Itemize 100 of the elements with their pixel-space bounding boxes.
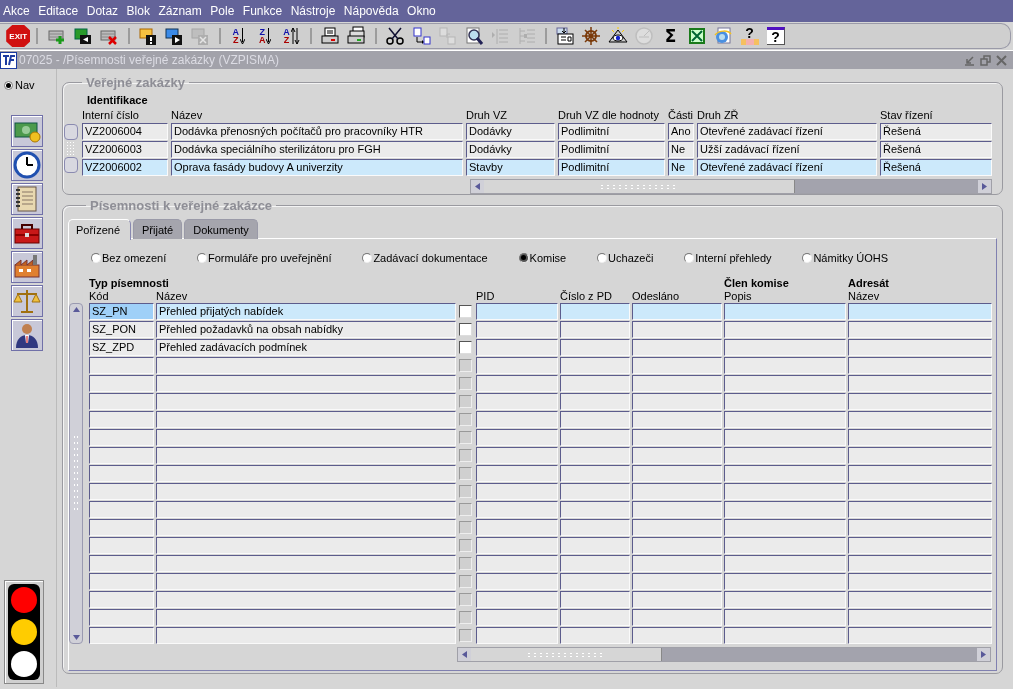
column-header: Druh VZ dle hodnoty bbox=[558, 109, 660, 122]
menu-item[interactable]: Akce bbox=[3, 4, 30, 18]
close-icon bbox=[996, 54, 1007, 66]
tree-list-icon bbox=[516, 26, 537, 46]
radio-button[interactable]: Námitky ÚOHS bbox=[802, 251, 888, 264]
table-cell: Přehled zadávacích podmínek bbox=[156, 339, 456, 356]
table-cell bbox=[560, 609, 630, 626]
printers-icon bbox=[346, 26, 367, 46]
checkbox[interactable] bbox=[459, 305, 472, 318]
table-cell: Dodávka speciálního sterilizátoru pro FGH bbox=[171, 141, 463, 158]
radio-button[interactable]: Komise bbox=[518, 251, 567, 264]
column-header: Stav řízení bbox=[880, 109, 934, 122]
menu-item[interactable]: Nástroje bbox=[290, 4, 336, 18]
table-cell: SZ_PON bbox=[89, 321, 154, 338]
scales-button[interactable] bbox=[11, 285, 43, 317]
menu-item[interactable]: Editace bbox=[38, 4, 79, 18]
table-cell: Otevřené zadávací řízení bbox=[697, 123, 877, 140]
ship-wheel-icon bbox=[581, 26, 602, 46]
menu-item[interactable]: Záznam bbox=[158, 4, 202, 18]
table-cell bbox=[560, 591, 630, 608]
printer-icon bbox=[319, 26, 340, 46]
paste-icon bbox=[437, 26, 458, 46]
person-icon bbox=[13, 321, 41, 349]
table-cell: Přehled požadavků na obsah nabídky bbox=[156, 321, 456, 338]
scroll-left-icon bbox=[475, 183, 480, 190]
radio-button[interactable]: Bez omezení bbox=[91, 251, 167, 264]
toolbox-button[interactable] bbox=[11, 217, 43, 249]
radio-button[interactable]: Uchazeči bbox=[597, 251, 654, 264]
menu-item[interactable]: Blok bbox=[126, 4, 150, 18]
person-button[interactable] bbox=[11, 319, 43, 351]
group-label: Typ písemnosti bbox=[89, 277, 170, 289]
table-cell: Řešená bbox=[880, 141, 992, 158]
table-cell bbox=[560, 555, 630, 572]
table-cell: Užší zadávací řízení bbox=[697, 141, 877, 158]
section-title: Písemnosti k veřejné zakázce bbox=[89, 198, 274, 213]
list-icon bbox=[490, 26, 511, 46]
table-cell: Řešená bbox=[880, 123, 992, 140]
tab[interactable]: Pořízené bbox=[68, 219, 132, 240]
menu-item[interactable]: Dotaz bbox=[86, 4, 119, 18]
group-label: Adresát bbox=[848, 277, 890, 289]
factory-icon bbox=[13, 253, 41, 281]
table-cell: VZ2006003 bbox=[82, 141, 168, 158]
radio-button[interactable]: Interní přehledy bbox=[684, 251, 772, 264]
menu-item[interactable]: Pole bbox=[210, 4, 235, 18]
table-cell bbox=[560, 519, 630, 536]
factory-button[interactable] bbox=[11, 251, 43, 283]
menu-item[interactable]: Funkce bbox=[242, 4, 283, 18]
table-cell: VZ2006004 bbox=[82, 123, 168, 140]
magnifier-icon bbox=[463, 26, 484, 46]
minimize-icon bbox=[964, 54, 975, 66]
table-cell bbox=[560, 573, 630, 590]
banknote-button[interactable] bbox=[11, 115, 43, 147]
tab[interactable]: Přijaté bbox=[133, 219, 183, 239]
table-cell: Otevřené zadávací řízení bbox=[697, 159, 877, 176]
table-cell: SZ_ZPD bbox=[89, 339, 154, 356]
column-header: Kód bbox=[89, 290, 110, 303]
table-cell: Řešená bbox=[880, 159, 992, 176]
table-cell bbox=[560, 393, 630, 410]
sort-button[interactable]: AZ bbox=[279, 24, 304, 48]
tab[interactable]: Dokumenty bbox=[184, 219, 258, 239]
scroll-down-button[interactable] bbox=[64, 157, 78, 173]
clock-button[interactable] bbox=[11, 149, 43, 181]
query-icon bbox=[137, 26, 158, 46]
column-header: Druh VZ bbox=[466, 109, 508, 122]
table-cell bbox=[560, 339, 630, 356]
window-title: 07025 - /Písemnosti veřejné zakázky (VZPISMA) bbox=[19, 53, 281, 67]
menu-item[interactable]: Okno bbox=[407, 4, 436, 18]
notebook-button[interactable] bbox=[11, 183, 43, 215]
down-arrow-icon bbox=[72, 635, 80, 640]
column-header: Číslo z PD bbox=[560, 290, 613, 303]
clock-icon bbox=[13, 151, 41, 179]
table-cell bbox=[560, 447, 630, 464]
sum-button[interactable]: Σ bbox=[658, 24, 683, 48]
checkbox[interactable] bbox=[459, 323, 472, 336]
menu-item[interactable]: Nápověda bbox=[343, 4, 399, 18]
sort-button[interactable]: AZ bbox=[226, 24, 251, 48]
table-cell: Podlimitní bbox=[558, 159, 665, 176]
exit-button[interactable]: EXIT bbox=[6, 24, 31, 48]
table-cell bbox=[560, 627, 630, 644]
scroll-up-button[interactable] bbox=[64, 124, 78, 140]
radio-button[interactable]: Nav bbox=[4, 79, 35, 91]
minimize-button[interactable] bbox=[964, 54, 975, 66]
group-label: Identifikace bbox=[87, 94, 149, 106]
table-cell: Dodávky bbox=[466, 123, 555, 140]
help-button[interactable]: ? bbox=[737, 24, 762, 48]
column-header: Odesláno bbox=[632, 290, 681, 303]
table-cell bbox=[560, 465, 630, 482]
radio-button[interactable]: Zadávací dokumentace bbox=[362, 251, 488, 264]
restore-button[interactable] bbox=[980, 54, 991, 66]
table-cell bbox=[560, 375, 630, 392]
table-cell bbox=[560, 483, 630, 500]
close-button[interactable] bbox=[996, 54, 1007, 66]
table-cell: Podlimitní bbox=[558, 141, 665, 158]
checkbox[interactable] bbox=[459, 341, 472, 354]
table-cell: Dodávka přenosných počítačů pro pracovníky HTR bbox=[171, 123, 463, 140]
table-cell: Podlimitní bbox=[558, 123, 665, 140]
radio-button[interactable]: Formuláře pro uveřejnění bbox=[197, 251, 332, 264]
column-header: Interní číslo bbox=[82, 109, 140, 122]
table-cell: SZ_PN bbox=[89, 303, 154, 320]
sort-button[interactable]: ZA bbox=[253, 24, 278, 48]
